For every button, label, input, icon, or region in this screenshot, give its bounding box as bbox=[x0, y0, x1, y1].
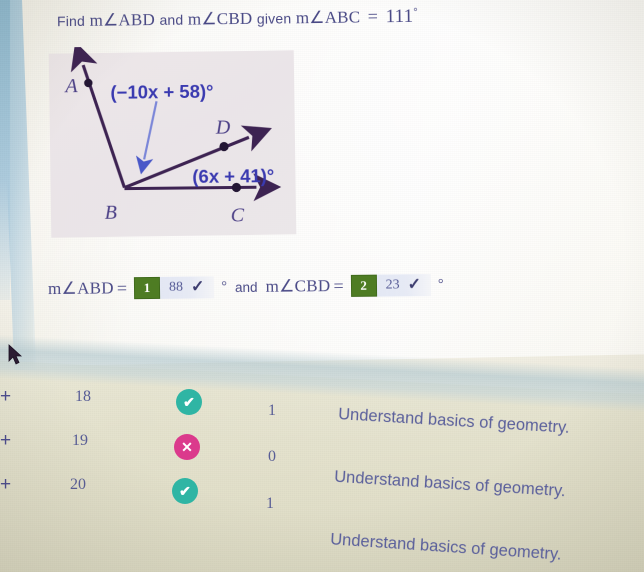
answer-value-2[interactable]: 23 bbox=[377, 277, 408, 293]
prompt-angle-abc: m∠ABC bbox=[295, 7, 361, 28]
expand-row-toggle[interactable]: + bbox=[0, 386, 11, 408]
mouse-cursor-icon bbox=[8, 344, 23, 365]
answer-and-label: and bbox=[234, 279, 258, 295]
question-number: 20 bbox=[70, 476, 86, 493]
answer-degree-1: ° bbox=[221, 279, 228, 295]
answer-label-cbd: m∠CBD bbox=[265, 276, 331, 296]
label-b: B bbox=[105, 202, 117, 224]
angle-diagram: A B C D (−10x + 58)° (6x + 41)° bbox=[63, 44, 282, 227]
score-value: 1 bbox=[266, 495, 274, 512]
expand-row-toggle[interactable]: + bbox=[0, 474, 11, 496]
answer-field-2[interactable]: 2 23 ✓ bbox=[350, 274, 432, 297]
prompt-angle-abd: m∠ABD bbox=[89, 10, 156, 30]
prompt-find-label: Find bbox=[56, 12, 86, 30]
check-icon: ✓ bbox=[190, 278, 205, 296]
incorrect-icon: ✕ bbox=[174, 434, 200, 460]
prompt-equals: = bbox=[367, 6, 379, 27]
expression-angle-abd: (−10x + 58)° bbox=[110, 81, 213, 103]
correct-icon: ✔ bbox=[172, 478, 198, 504]
answer-value-1[interactable]: 88 bbox=[160, 280, 191, 296]
question-number: 18 bbox=[75, 388, 91, 405]
correct-icon: ✔ bbox=[176, 389, 202, 415]
score-value: 0 bbox=[268, 448, 276, 465]
answer-badge-1: 1 bbox=[133, 276, 161, 300]
label-c: C bbox=[231, 204, 245, 226]
prompt-given-label: given bbox=[256, 10, 292, 27]
prompt-and-label: and bbox=[159, 11, 184, 28]
expression-angle-dbc: (6x + 41)° bbox=[192, 165, 274, 187]
answer-equals-abd: = bbox=[116, 277, 128, 298]
expand-row-toggle[interactable]: + bbox=[0, 430, 11, 452]
prompt-angle-cbd: m∠CBD bbox=[187, 8, 253, 29]
answer-row: m∠ABD = 1 88 ✓ ° and m∠CBD = 2 23 ✓ ° bbox=[48, 274, 444, 300]
answer-degree-2: ° bbox=[437, 276, 444, 292]
prompt-given-value: 111 bbox=[385, 5, 414, 28]
check-icon: ✓ bbox=[407, 276, 422, 294]
prompt-degree-symbol: ° bbox=[413, 6, 418, 19]
callout-arrow-abd bbox=[135, 101, 158, 175]
question-number: 19 bbox=[72, 432, 88, 449]
answer-field-1[interactable]: 1 88 ✓ bbox=[133, 276, 215, 300]
label-a: A bbox=[63, 75, 78, 97]
answer-equals-cbd: = bbox=[333, 275, 344, 296]
left-edge-blue-stripe-inner bbox=[0, 0, 10, 300]
label-d: D bbox=[215, 117, 231, 139]
score-value: 1 bbox=[268, 402, 276, 419]
answer-label-abd: m∠ABD bbox=[47, 278, 114, 299]
question-prompt: Find m∠ABD and m∠CBD given m∠ABC = 111° bbox=[57, 6, 418, 32]
answer-badge-2: 2 bbox=[350, 274, 377, 297]
screenshot-root: Find m∠ABD and m∠CBD given m∠ABC = 111° bbox=[0, 0, 644, 572]
